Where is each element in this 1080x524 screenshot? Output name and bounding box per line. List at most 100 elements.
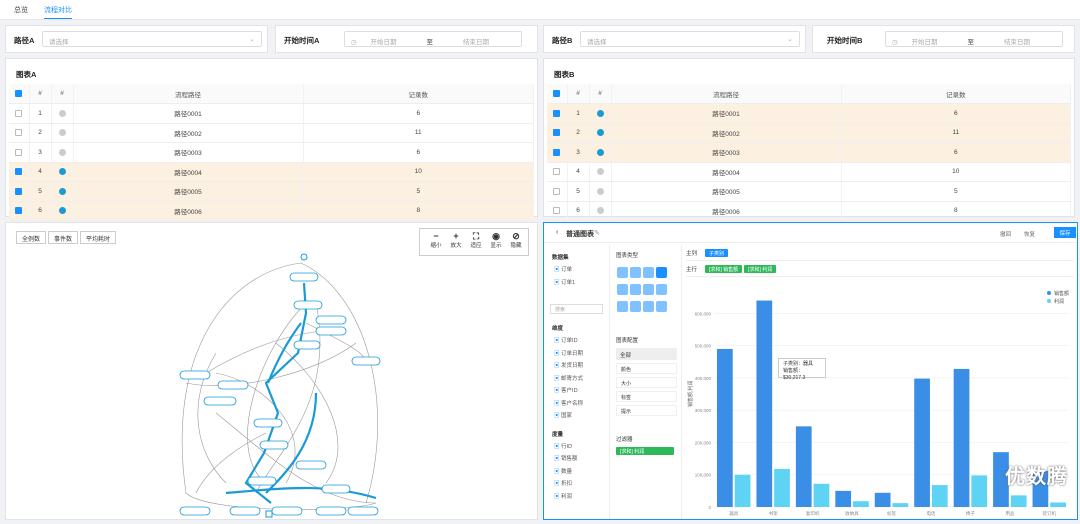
table-row[interactable]: 1 路径0001 6 <box>9 103 534 124</box>
bar-利润-标签[interactable] <box>892 503 909 507</box>
btn-event-count[interactable]: 事件数 <box>48 231 79 244</box>
field-item[interactable]: ▣ 发货日期 <box>544 361 609 374</box>
field-item[interactable]: ▣ 客户名称 <box>544 399 609 412</box>
row-chip[interactable]: [求和] 销售额 <box>705 265 743 273</box>
field-search-input[interactable]: 搜索 <box>550 304 603 314</box>
graph-tool-2[interactable]: ⛶ 适应 <box>466 231 486 249</box>
filter-chip[interactable]: [求和] 利润 <box>616 447 674 455</box>
play-icon[interactable] <box>58 109 66 117</box>
config-item[interactable]: 提示 <box>616 405 677 416</box>
chart-type-icon[interactable] <box>656 301 667 312</box>
config-all-item[interactable]: 全部 <box>616 348 677 360</box>
chart-type-icon[interactable] <box>630 301 641 312</box>
table-row[interactable]: 6 路径0006 8 <box>9 201 534 221</box>
table-row[interactable]: 3 路径0003 6 <box>547 142 1071 163</box>
chart-type-icon[interactable] <box>643 267 654 278</box>
bar-销售额-电话[interactable] <box>914 378 930 507</box>
bar-销售额-椅子[interactable] <box>953 368 970 507</box>
bar-利润-电话[interactable] <box>931 485 948 507</box>
table-row[interactable]: 4 路径0004 10 <box>547 162 1071 182</box>
bar-销售额-器具[interactable] <box>717 348 733 507</box>
column-chip[interactable]: 子类别 <box>705 249 729 257</box>
select-all-checkbox[interactable] <box>15 89 23 97</box>
play-icon[interactable] <box>58 187 66 195</box>
field-item[interactable]: ▣ 订单ID <box>544 336 609 349</box>
chart-type-icon[interactable] <box>617 301 628 312</box>
graph-tool-3[interactable]: ◉ 显示 <box>486 231 506 249</box>
bar-销售额-复印机[interactable] <box>795 426 812 507</box>
undo-button[interactable]: 撤回 <box>1000 230 1011 238</box>
date-range-b[interactable]: ◷ 开始日期至结束日期 <box>885 31 1063 47</box>
row-checkbox[interactable] <box>15 129 23 137</box>
bar-销售额-收纳具[interactable] <box>835 490 852 507</box>
row-checkbox[interactable] <box>553 129 561 137</box>
table-row[interactable]: 3 路径0003 6 <box>9 142 534 163</box>
chart-type-icon[interactable] <box>630 284 641 295</box>
graph-tool-0[interactable]: − 缩小 <box>426 231 446 249</box>
table-row[interactable]: 2 路径0002 11 <box>547 123 1071 143</box>
row-checkbox[interactable] <box>553 148 561 156</box>
bar-销售额-标签[interactable] <box>874 492 891 507</box>
table-row[interactable]: 2 路径0002 11 <box>9 123 534 143</box>
config-item[interactable]: 标签 <box>616 391 677 402</box>
path-b-select[interactable]: 请选择 ⌄ <box>580 31 800 47</box>
play-icon[interactable] <box>596 168 604 176</box>
play-icon[interactable] <box>596 148 604 156</box>
graph-tool-1[interactable]: + 放大 <box>446 231 466 249</box>
play-icon[interactable] <box>596 109 604 117</box>
select-all-checkbox[interactable] <box>553 89 561 97</box>
chart-type-icon[interactable] <box>630 267 641 278</box>
bar-利润-复印机[interactable] <box>813 483 830 507</box>
bar-利润-装订机[interactable] <box>1050 502 1066 507</box>
back-icon[interactable]: ‹ <box>556 229 558 236</box>
field-item[interactable]: ▣ 邮寄方式 <box>544 374 609 387</box>
table-row[interactable]: 4 路径0004 10 <box>9 162 534 182</box>
btn-avg-duration[interactable]: 平均耗时 <box>80 231 117 244</box>
tab-overview[interactable]: 总览 <box>14 5 28 15</box>
row-checkbox[interactable] <box>15 148 23 156</box>
row-checkbox[interactable] <box>553 187 561 195</box>
chart-type-icon[interactable] <box>643 284 654 295</box>
chart-type-icon[interactable] <box>656 267 667 278</box>
bar-销售额-书架[interactable] <box>756 300 773 507</box>
row-checkbox[interactable] <box>15 187 23 195</box>
tab-process-compare[interactable]: 流程对比 <box>44 5 72 19</box>
chart-type-icon[interactable] <box>656 284 667 295</box>
play-icon[interactable] <box>596 187 604 195</box>
table-row[interactable]: 5 路径0005 5 <box>547 181 1071 202</box>
field-item[interactable]: ▣ 数量 <box>544 467 609 480</box>
play-icon[interactable] <box>596 207 604 215</box>
graph-tool-4[interactable]: ⊘ 隐藏 <box>506 231 526 249</box>
table-row[interactable]: 1 路径0001 6 <box>547 103 1071 124</box>
btn-case-count[interactable]: 全例数 <box>16 231 47 244</box>
field-item[interactable]: ▣ 折扣 <box>544 479 609 492</box>
chart-type-icon[interactable] <box>617 267 628 278</box>
chart-type-icon[interactable] <box>643 301 654 312</box>
redo-button[interactable]: 恢复 <box>1024 230 1035 238</box>
bar-利润-器具[interactable] <box>734 474 751 507</box>
play-icon[interactable] <box>58 168 66 176</box>
field-item[interactable]: ▣ 国家 <box>544 411 609 424</box>
row-checkbox[interactable] <box>15 168 23 176</box>
row-checkbox[interactable] <box>553 109 561 117</box>
save-button[interactable]: 保存 <box>1054 227 1076 238</box>
row-chip[interactable]: [求和] 利润 <box>744 265 777 273</box>
path-a-select[interactable]: 请选择 ⌄ <box>42 31 262 47</box>
config-item[interactable]: 颜色 <box>616 363 677 374</box>
play-icon[interactable] <box>596 129 604 137</box>
config-item[interactable]: 大小 <box>616 377 677 388</box>
bar-利润-收纳具[interactable] <box>853 501 869 507</box>
table-row[interactable]: 5 路径0005 5 <box>9 181 534 202</box>
bar-利润-椅子[interactable] <box>971 475 988 507</box>
chart-type-icon[interactable] <box>617 284 628 295</box>
bar-利润-用品[interactable] <box>1010 495 1027 507</box>
bar-利润-书架[interactable] <box>774 468 790 507</box>
field-item[interactable]: ▣ 订单日期 <box>544 349 609 362</box>
field-item[interactable]: ▣ 利润 <box>544 492 609 505</box>
date-range-a[interactable]: ◷ 开始日期至结束日期 <box>344 31 522 47</box>
field-item[interactable]: ▣ 销售额 <box>544 454 609 467</box>
field-item[interactable]: ▣ 客户ID <box>544 386 609 399</box>
play-icon[interactable] <box>58 207 66 215</box>
row-checkbox[interactable] <box>15 109 23 117</box>
field-item[interactable]: ▣ 订单1 <box>544 278 609 291</box>
